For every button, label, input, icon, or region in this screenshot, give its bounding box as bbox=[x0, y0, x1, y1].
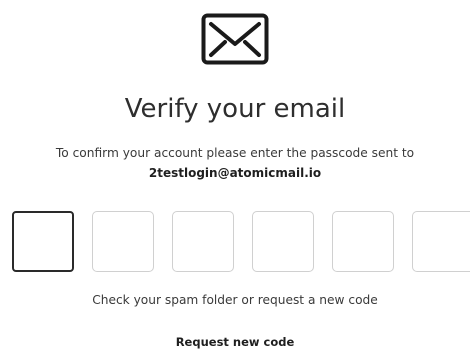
request-new-code-link[interactable]: Request new code bbox=[0, 335, 470, 349]
passcode-digit-4[interactable] bbox=[252, 211, 314, 272]
page-title: Verify your email bbox=[124, 94, 346, 124]
instructions-text: To confirm your account please enter the… bbox=[55, 146, 415, 160]
email-address: 2testlogin@atomicmail.io bbox=[148, 166, 322, 180]
spam-hint-text: Check your spam folder or request a new … bbox=[92, 293, 378, 307]
passcode-digit-5[interactable] bbox=[332, 211, 394, 272]
passcode-digit-3[interactable] bbox=[172, 211, 234, 272]
passcode-digit-1[interactable] bbox=[12, 211, 74, 272]
passcode-digit-6[interactable] bbox=[412, 211, 470, 272]
envelope-icon bbox=[201, 13, 269, 65]
passcode-digit-2[interactable] bbox=[92, 211, 154, 272]
